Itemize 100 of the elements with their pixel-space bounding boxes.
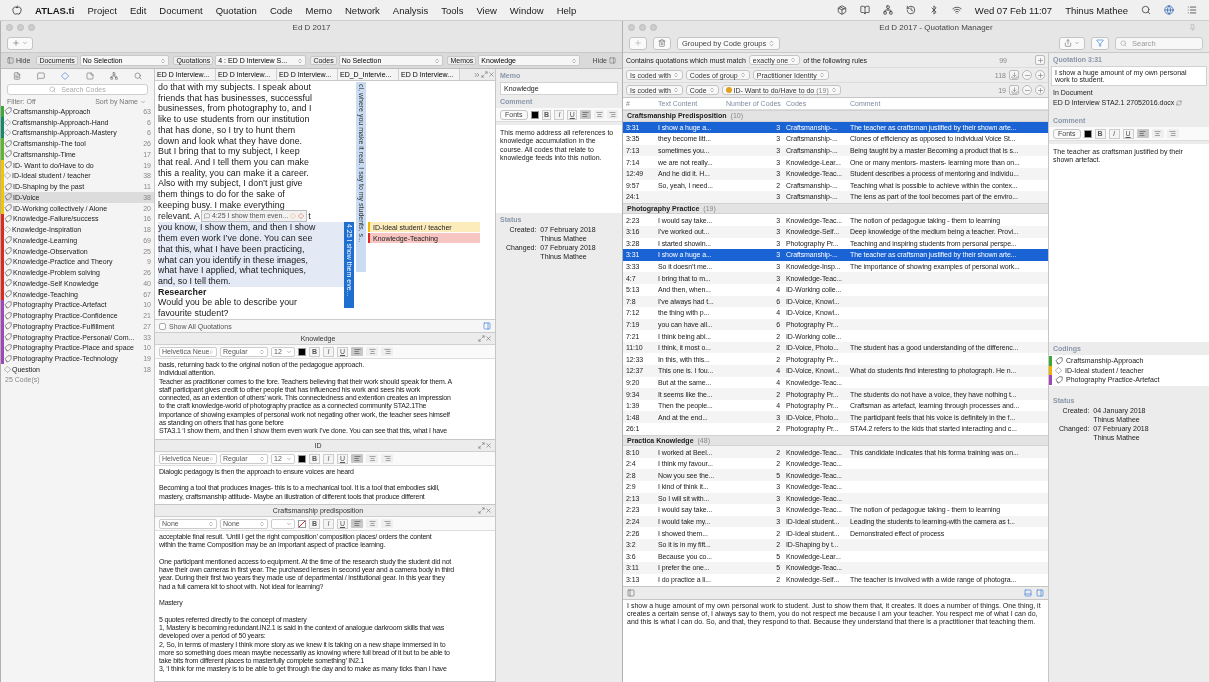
expand-icon[interactable]	[478, 507, 485, 514]
close-icon[interactable]	[485, 442, 492, 449]
tag-icon	[4, 322, 12, 331]
book-icon[interactable]	[859, 5, 870, 15]
close-icon[interactable]	[488, 71, 495, 78]
sidebar-icon	[609, 57, 616, 64]
document-text: and, so I tell them.	[158, 275, 231, 287]
expand-icon[interactable]	[478, 335, 485, 342]
color-swatch[interactable]	[298, 347, 306, 356]
sidebar-icon[interactable]	[627, 589, 635, 597]
tag-icon	[4, 311, 12, 320]
menu-item[interactable]: Tools	[441, 4, 464, 16]
note-icon[interactable]	[85, 71, 94, 80]
menu-item[interactable]: Edit	[130, 4, 147, 16]
remove-rule-button[interactable]	[1022, 70, 1032, 80]
close-icon[interactable]	[485, 507, 492, 514]
menu-item[interactable]: Analysis	[392, 4, 429, 16]
document-text: that real. And I tell them you can make	[158, 156, 309, 168]
app-menu[interactable]: ATLAS.ti	[35, 4, 75, 16]
clock[interactable]: Wed 07 Feb 11:07	[974, 4, 1053, 16]
expand-icon[interactable]	[481, 71, 488, 78]
apple-icon[interactable]	[12, 5, 22, 15]
speech-bubble-icon[interactable]	[37, 71, 46, 80]
color-swatch[interactable]	[1083, 129, 1092, 138]
menu-item[interactable]: Code	[269, 4, 293, 16]
document-text: them things to do for the sake of	[158, 189, 285, 200]
color-swatch[interactable]	[298, 519, 306, 528]
updown-icon	[259, 520, 265, 527]
align-center-button[interactable]	[366, 519, 378, 528]
network-icon[interactable]	[882, 5, 893, 15]
share-icon	[1064, 39, 1072, 47]
filter-button[interactable]	[1091, 36, 1109, 50]
add-rule-button[interactable]	[1035, 85, 1045, 95]
network-icon[interactable]	[109, 71, 118, 80]
align-center-button[interactable]	[366, 454, 378, 463]
user-name[interactable]: Thinus Mathee	[1065, 4, 1128, 16]
align-right-button[interactable]	[607, 110, 618, 119]
align-right-button[interactable]	[381, 454, 393, 463]
updown-icon	[768, 39, 776, 47]
search-icon[interactable]	[1141, 5, 1151, 15]
diamond-icon	[4, 226, 11, 234]
pin-icon[interactable]	[1189, 24, 1196, 31]
menu-item[interactable]: Project	[87, 4, 117, 16]
delete-button[interactable]	[653, 36, 671, 50]
wifi-icon[interactable]	[951, 5, 962, 15]
document-icon[interactable]	[13, 71, 22, 80]
align-center-button[interactable]	[1151, 129, 1164, 138]
menu-item[interactable]: Quotation	[215, 4, 257, 16]
remove-rule-button[interactable]	[1022, 85, 1032, 95]
chevron-down-icon	[140, 98, 146, 105]
menu-item[interactable]: Memo	[305, 4, 332, 16]
menu-item[interactable]: Window	[509, 4, 544, 16]
add-rule-button[interactable]	[1035, 70, 1045, 80]
search-icon[interactable]	[133, 71, 142, 80]
share-button[interactable]	[1059, 36, 1085, 50]
panel-icon[interactable]	[1024, 589, 1032, 597]
bluetooth-icon[interactable]	[928, 5, 939, 15]
add-button[interactable]	[629, 36, 647, 50]
align-left-button[interactable]	[580, 110, 591, 119]
chevrons-right-icon[interactable]	[473, 70, 481, 79]
align-left-button[interactable]	[1136, 129, 1149, 138]
panel-icon[interactable]	[1036, 589, 1044, 597]
document-text: down and look what they have done.	[158, 135, 303, 147]
panel-icon[interactable]	[483, 322, 491, 330]
globe-icon[interactable]	[1164, 5, 1174, 15]
download-icon	[1010, 71, 1018, 79]
align-right-button[interactable]	[381, 519, 393, 528]
tag-icon	[4, 150, 12, 159]
align-left-button[interactable]	[351, 454, 363, 463]
checkbox[interactable]	[159, 322, 166, 330]
add-button[interactable]	[7, 36, 33, 50]
menu-item[interactable]: Network	[345, 4, 380, 16]
color-swatch[interactable]	[298, 454, 306, 463]
menu-item[interactable]: Document	[159, 4, 203, 16]
close-icon[interactable]	[485, 335, 492, 342]
align-center-button[interactable]	[593, 110, 605, 119]
export-button[interactable]	[1009, 85, 1019, 95]
chevron-down-icon	[286, 455, 292, 462]
tag-icon	[4, 139, 12, 148]
document-text: keeping busy. I make everything	[158, 199, 285, 211]
menu-item[interactable]: Help	[556, 4, 577, 16]
list-icon[interactable]	[1187, 5, 1197, 15]
export-button[interactable]	[1009, 70, 1019, 80]
speaker-heading: Researcher	[158, 286, 207, 298]
align-left-button[interactable]	[351, 347, 363, 356]
align-center-button[interactable]	[366, 347, 378, 356]
align-right-button[interactable]	[381, 347, 393, 356]
expand-icon[interactable]	[478, 442, 485, 449]
diamond-icon	[1055, 366, 1062, 374]
color-swatch[interactable]	[530, 110, 539, 119]
history-icon[interactable]	[905, 5, 916, 15]
tag-icon	[1055, 356, 1063, 365]
box-icon[interactable]	[836, 5, 847, 15]
document-text: favourite student?	[158, 308, 229, 319]
add-rule-button[interactable]	[1035, 55, 1045, 65]
align-left-button[interactable]	[351, 519, 363, 528]
align-right-button[interactable]	[1166, 129, 1179, 138]
diamond-icon[interactable]	[61, 71, 70, 80]
plus-icon	[12, 39, 20, 47]
menu-item[interactable]: View	[476, 4, 497, 16]
